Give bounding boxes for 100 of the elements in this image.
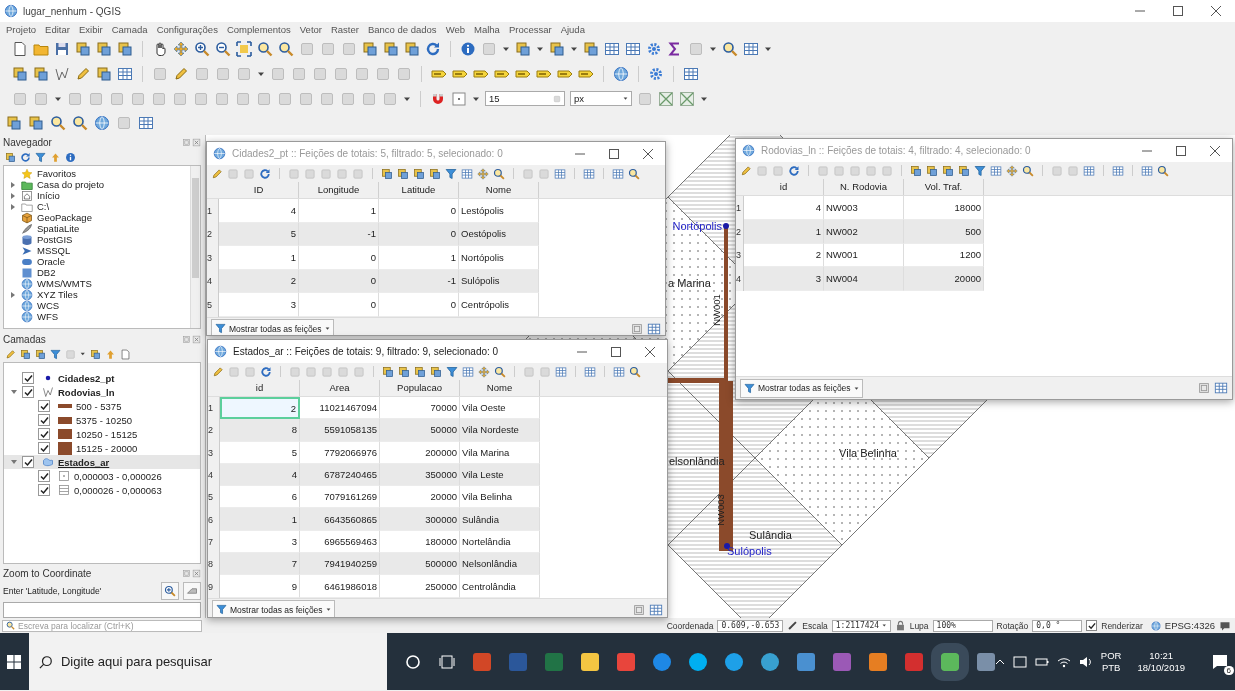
app-icon[interactable] <box>760 652 779 671</box>
browser-item[interactable]: XYZ Tiles <box>21 288 78 301</box>
refresh-icon[interactable] <box>788 164 800 177</box>
unit-dropdown[interactable]: px <box>570 91 632 106</box>
pencil-icon[interactable] <box>211 167 223 180</box>
browser-item[interactable]: WFS <box>21 310 59 323</box>
table-icon[interactable] <box>990 164 1002 177</box>
table-icon[interactable] <box>583 167 595 180</box>
app-icon[interactable] <box>796 652 815 671</box>
checkbox[interactable] <box>1086 620 1098 631</box>
line-icon[interactable] <box>54 65 70 82</box>
layer-icon[interactable] <box>96 40 112 57</box>
menu-item[interactable]: Complementos <box>226 23 291 35</box>
menu-item[interactable]: Editar <box>45 23 70 35</box>
layer-icon[interactable] <box>397 167 409 180</box>
gear-icon[interactable] <box>648 65 664 82</box>
close-icon[interactable] <box>645 346 655 357</box>
close-icon[interactable] <box>643 148 653 159</box>
browser-item[interactable]: WMS/WMTS <box>21 277 92 290</box>
layer-icon[interactable] <box>549 40 565 57</box>
move-icon[interactable] <box>173 40 189 57</box>
expand-arrow-icon[interactable] <box>9 202 17 211</box>
table-icon[interactable] <box>1141 164 1153 177</box>
pencil-icon[interactable] <box>5 348 16 360</box>
tray-icon[interactable] <box>1012 655 1027 668</box>
refresh-icon[interactable] <box>260 365 272 378</box>
filter-button[interactable]: Mostrar todas as feições <box>740 378 863 398</box>
column-header[interactable]: Vol. Traf. <box>904 179 984 195</box>
browser-item[interactable]: PostGIS <box>21 233 73 246</box>
magnifier-icon[interactable] <box>628 167 640 180</box>
magnifier-field[interactable]: 100% <box>932 619 993 632</box>
filter-icon[interactable] <box>50 348 61 360</box>
windows-logo-icon[interactable] <box>7 654 22 669</box>
expand-arrow-icon[interactable] <box>10 388 18 396</box>
filter-icon[interactable] <box>35 151 46 163</box>
caret-icon[interactable] <box>882 623 887 628</box>
row-number[interactable]: 4 <box>736 267 744 291</box>
table-icon[interactable] <box>461 167 473 180</box>
row-number[interactable]: 2 <box>208 419 220 442</box>
maximize-icon[interactable] <box>609 148 619 159</box>
app-icon[interactable] <box>616 652 635 671</box>
filter-icon[interactable] <box>446 365 458 378</box>
column-header[interactable]: Longitude <box>299 182 379 198</box>
row-number[interactable]: 4 <box>208 463 220 487</box>
layer-icon[interactable] <box>96 65 112 82</box>
globe-icon[interactable] <box>94 115 110 131</box>
float-icon[interactable] <box>630 321 644 335</box>
expand-icon[interactable] <box>236 40 252 57</box>
checkbox[interactable] <box>22 456 34 468</box>
document-icon[interactable] <box>12 40 28 57</box>
column-header[interactable]: Nome <box>460 380 540 396</box>
table-icon[interactable] <box>555 365 567 378</box>
layer-icon[interactable] <box>404 40 420 57</box>
scale-dropdown[interactable]: 1:2117424 <box>831 619 891 632</box>
app-icon[interactable] <box>688 652 707 671</box>
table-icon[interactable] <box>647 321 661 335</box>
menu-item[interactable]: Camada <box>111 23 148 35</box>
app-icon[interactable] <box>580 652 599 671</box>
refresh-icon[interactable] <box>425 40 441 57</box>
clear-button[interactable] <box>183 582 201 600</box>
menu-item[interactable]: Configurações <box>156 23 218 35</box>
menu-item[interactable]: Raster <box>330 23 359 35</box>
filter-icon[interactable] <box>974 164 986 177</box>
task-view-icon[interactable] <box>438 653 455 670</box>
expand-arrow-icon[interactable] <box>10 458 18 466</box>
refresh-icon[interactable] <box>259 167 271 180</box>
layer-icon[interactable] <box>20 348 31 360</box>
checkbox[interactable] <box>38 442 50 454</box>
magnifier-icon[interactable] <box>72 115 88 131</box>
layer-icon[interactable] <box>583 40 599 57</box>
legend-item[interactable]: 5375 - 10250 <box>58 414 132 426</box>
checkbox[interactable] <box>22 372 34 384</box>
move-icon[interactable] <box>477 167 489 180</box>
column-header[interactable]: Nome <box>459 182 539 198</box>
layer-icon[interactable] <box>413 167 425 180</box>
gear-icon[interactable] <box>646 40 662 57</box>
filter-button[interactable]: Mostrar todas as feições <box>212 600 335 617</box>
table-icon[interactable] <box>683 65 699 82</box>
layer-item[interactable]: Rodovias_ln <box>42 386 115 398</box>
row-number[interactable]: 3 <box>736 243 744 268</box>
layer-icon[interactable] <box>414 365 426 378</box>
menu-item[interactable]: Exibir <box>78 23 103 35</box>
globe-icon[interactable] <box>613 65 629 82</box>
pencil-icon[interactable] <box>173 65 189 82</box>
table-icon[interactable] <box>138 115 154 131</box>
cross-icon[interactable] <box>679 90 695 107</box>
browser-item[interactable]: WCS <box>21 299 60 312</box>
info-icon[interactable] <box>65 151 76 163</box>
legend-item[interactable]: 500 - 5375 <box>58 400 122 412</box>
table-icon[interactable] <box>554 167 566 180</box>
language-indicator[interactable]: POR PTB <box>1100 649 1122 674</box>
layer-icon[interactable] <box>28 115 44 131</box>
rotation-field[interactable]: 0,0 ° <box>1032 619 1083 632</box>
coordinate-field[interactable]: 0.609,-0.653 <box>717 619 784 632</box>
table-icon[interactable] <box>462 365 474 378</box>
menu-item[interactable]: Processar <box>508 23 552 35</box>
magnifier-icon[interactable] <box>722 40 738 57</box>
column-header[interactable]: id <box>220 380 300 396</box>
layer-icon[interactable] <box>430 365 442 378</box>
legend-item[interactable]: 0,000003 - 0,000026 <box>58 470 162 482</box>
